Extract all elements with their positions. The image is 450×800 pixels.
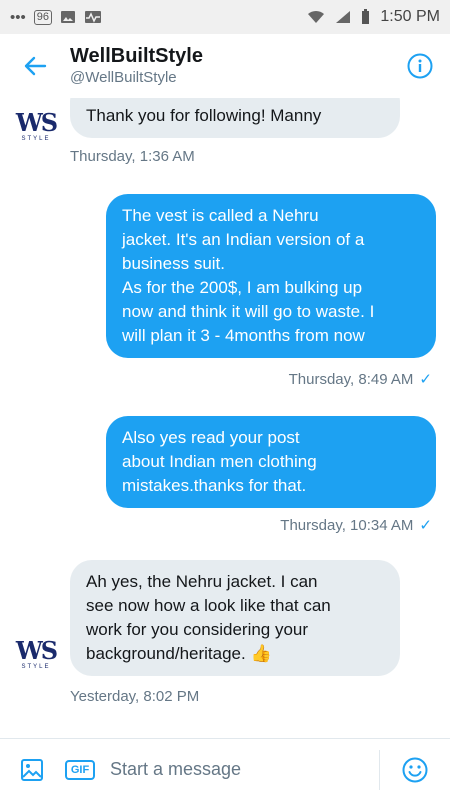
message-text: Thank you for following! Manny (86, 106, 322, 125)
add-photo-button[interactable] (12, 750, 52, 790)
message-bubble-incoming[interactable]: Thank you for following! Manny (70, 98, 400, 138)
avatar[interactable]: WS STYLE (12, 636, 60, 674)
message-bubble-outgoing[interactable]: The vest is called a Nehru jacket. It's … (106, 194, 436, 358)
more-dots-icon: ••• (10, 8, 26, 26)
message-thread[interactable]: WS STYLE Thank you for following! Manny … (0, 98, 450, 738)
signal-icon (336, 11, 351, 23)
battery-icon (362, 9, 370, 24)
image-icon (21, 758, 43, 781)
message-input[interactable] (110, 749, 380, 790)
info-icon (407, 53, 433, 79)
back-button[interactable] (0, 34, 70, 98)
read-check-icon: ✓ (419, 517, 432, 534)
emoji-button[interactable] (380, 757, 450, 783)
wifi-icon (308, 10, 325, 23)
image-icon (61, 11, 76, 23)
message-timestamp: Thursday, 1:36 AM (70, 148, 195, 165)
message-timestamp: Yesterday, 8:02 PM (70, 688, 200, 705)
message-timestamp: Thursday, 8:49 AM ✓ (288, 370, 432, 389)
gif-icon: GIF (64, 759, 96, 780)
message-timestamp: Thursday, 10:34 AM ✓ (280, 516, 432, 535)
status-bar: ••• 96 1:50 PM (0, 0, 450, 34)
conversation-header: WellBuiltStyle @WellBuiltStyle (0, 34, 450, 98)
back-arrow-icon (24, 56, 47, 76)
smiley-icon (402, 757, 428, 782)
avatar[interactable]: WS STYLE (12, 108, 60, 146)
read-check-icon: ✓ (419, 371, 432, 388)
gif-button[interactable]: GIF (60, 750, 100, 790)
header-titles[interactable]: WellBuiltStyle @WellBuiltStyle (70, 44, 390, 88)
info-button[interactable] (390, 53, 450, 79)
message-composer: GIF (0, 738, 450, 800)
message-bubble-incoming[interactable]: Ah yes, the Nehru jacket. I can see now … (70, 560, 400, 676)
page-title: WellBuiltStyle (70, 45, 203, 67)
handle-subtitle: @WellBuiltStyle (70, 69, 177, 86)
activity-icon (85, 11, 102, 23)
notification-count-badge: 96 (33, 9, 53, 25)
status-time: 1:50 PM (380, 8, 440, 25)
message-bubble-outgoing[interactable]: Also yes read your post about Indian men… (106, 416, 436, 508)
